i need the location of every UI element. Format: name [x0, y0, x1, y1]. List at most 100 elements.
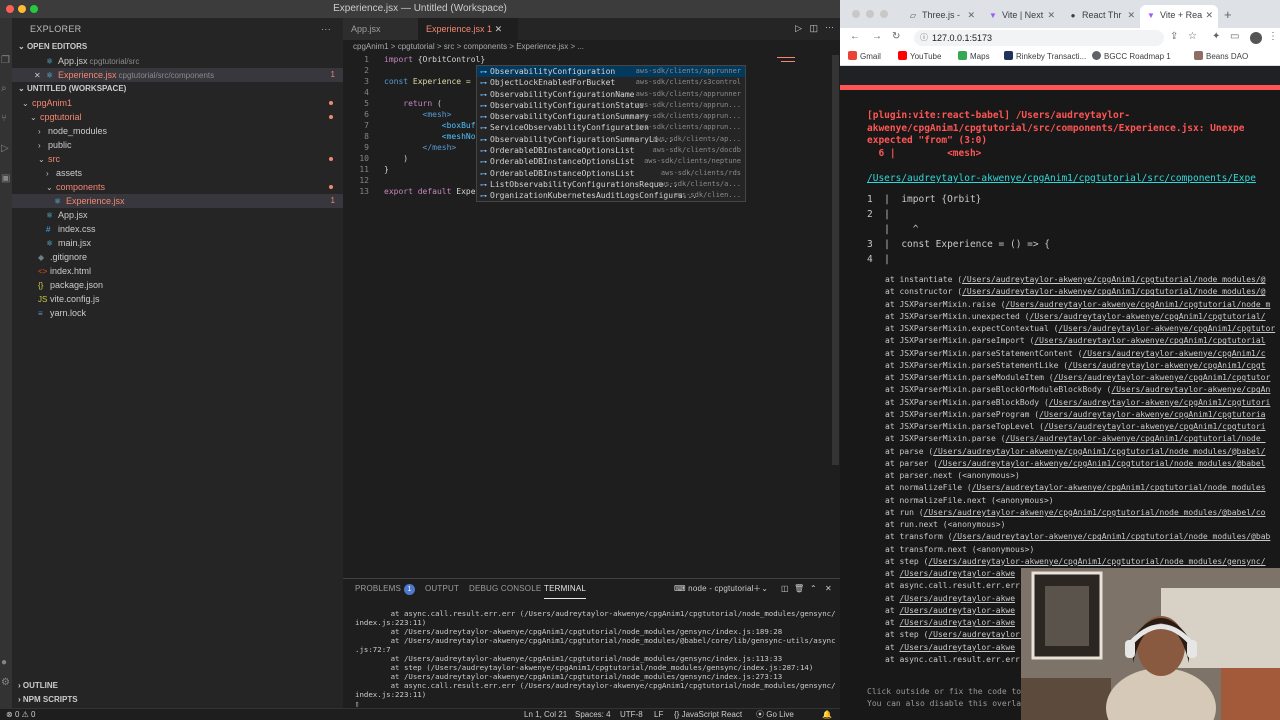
suggestion-item[interactable]: ⊶ ObservabilityConfigurationName aws-sdk/c…	[477, 89, 745, 100]
encoding[interactable]: UTF-8	[620, 709, 643, 720]
stack-path-link[interactable]: /Users/audreytaylor-akwenye/cpgAnim1/cpg…	[1039, 410, 1265, 419]
minimize-window-button[interactable]	[18, 5, 26, 13]
browser-tab-vite-next[interactable]: ▼ Vite | Next ✕	[982, 5, 1060, 28]
file-item[interactable]: ⚛ App.jsx	[12, 208, 343, 222]
stack-path-link[interactable]: /Users/audreytaylor-akwe	[899, 643, 1015, 652]
reload-icon[interactable]: ↻	[892, 31, 900, 42]
problems-status[interactable]: ⊗ 0 ⚠ 0	[6, 709, 35, 720]
close-window-button[interactable]	[852, 10, 860, 18]
stack-path-link[interactable]: /Users/audreytaylor-akwenye/cpgAnim1/cpg…	[1005, 434, 1265, 443]
file-item[interactable]: ≡ yarn.lock	[12, 306, 343, 320]
bookmark-bgcc[interactable]: BGCC Roadmap 1	[1092, 48, 1171, 66]
stack-path-link[interactable]: /Users/audreytaylor-akwenye/cpgAnim1/cpg…	[962, 287, 1265, 296]
suggestion-item[interactable]: ⊶ ObservabilityConfiguration aws-sdk/clien…	[477, 66, 745, 78]
workspace-header[interactable]: ⌄ UNTITLED (WORKSPACE)	[12, 82, 343, 96]
terminal-selector[interactable]: ⌨ node - cpgtutorial	[674, 579, 754, 599]
stack-path-link[interactable]: /Users/audreytaylor-akwenye/cpgAnim1/cpg…	[962, 275, 1265, 284]
open-editors-header[interactable]: ⌄ OPEN EDITORS	[12, 40, 343, 54]
tab-terminal[interactable]: TERMINAL	[544, 579, 587, 599]
stack-path-link[interactable]: /Users/audreytaylor-akwe	[899, 618, 1015, 627]
editor-scrollbar[interactable]	[832, 55, 839, 465]
maximize-window-button[interactable]	[30, 5, 38, 13]
suggestion-item[interactable]: ⊶ ObservabilityConfigurationSummary aws-sd…	[477, 111, 745, 122]
explorer-icon[interactable]: ❐	[1, 56, 11, 66]
suggestion-item[interactable]: ⊶ ListObservabilityConfigurationsReque...…	[477, 179, 745, 190]
suggestion-item[interactable]: ⊶ ObservabilityConfigurationSummaryLi... a…	[477, 134, 745, 145]
suggestion-item[interactable]: ⊶ OrderableDBInstanceOptionsList aws-sdk/c…	[477, 156, 745, 167]
tab-experience-jsx[interactable]: Experience.jsx 1 ✕	[418, 18, 518, 40]
folder-item[interactable]: › public	[12, 138, 343, 152]
split-editor-icon[interactable]: ◫	[809, 23, 818, 34]
file-item[interactable]: <> index.html	[12, 264, 343, 278]
suggestion-item[interactable]: ⊶ ObjectLockEnabledForBucket aws-sdk/clien…	[477, 77, 745, 88]
folder-item[interactable]: › node_modules	[12, 124, 343, 138]
go-live-button[interactable]: ⦿ Go Live	[756, 709, 794, 720]
close-tab-icon[interactable]: ✕	[1127, 5, 1135, 26]
bookmark-star-icon[interactable]: ☆	[1188, 31, 1197, 42]
bookmark-beans-dao[interactable]: Beans DAO	[1194, 48, 1248, 66]
browser-tab-threejs[interactable]: ▱ Three.js - ✕	[902, 5, 980, 28]
bookmark-gmail[interactable]: Gmail	[848, 48, 881, 66]
file-item[interactable]: JS vite.config.js	[12, 292, 343, 306]
file-item[interactable]: ◆ .gitignore	[12, 250, 343, 264]
trash-icon[interactable]: 🗑	[794, 579, 804, 599]
share-icon[interactable]: ⇪	[1170, 31, 1178, 42]
settings-gear-icon[interactable]: ⚙	[1, 678, 11, 688]
sidebar-icon[interactable]: ▭	[1230, 31, 1239, 42]
close-panel-icon[interactable]: ✕	[825, 579, 832, 599]
suggestion-item[interactable]: ⊶ OrderableDBInstanceOptionsList aws-sdk/c…	[477, 145, 745, 156]
bookmark-youtube[interactable]: YouTube	[898, 48, 941, 66]
forward-arrow-icon[interactable]: →	[872, 31, 882, 42]
stack-path-link[interactable]: /Users/audreytaylor-akwenye/cpgAnim1/cpg…	[1034, 336, 1265, 345]
suggestion-item[interactable]: ⊶ OrderableDBInstanceOptionsList aws-sdk/c…	[477, 168, 745, 179]
minimap[interactable]	[775, 55, 797, 65]
maximize-window-button[interactable]	[880, 10, 888, 18]
stack-path-link[interactable]: /Users/audreytaylor-akwenye/cpgAnim1/cpg…	[972, 483, 1266, 492]
stack-path-link[interactable]: /Users/audreytaylor-akwenye/cpgAnim1/cpg…	[1044, 422, 1266, 431]
error-file-link[interactable]: /Users/audreytaylor-akwenye/cpgAnim1/cpg…	[867, 173, 1256, 184]
tab-debug-console[interactable]: DEBUG CONSOLE	[469, 579, 541, 599]
minimize-window-button[interactable]	[866, 10, 874, 18]
editor-more-icon[interactable]: ···	[825, 22, 834, 32]
profile-avatar[interactable]	[1250, 32, 1262, 44]
folder-item[interactable]: ⌄ components	[12, 180, 343, 194]
close-editor-icon[interactable]: ✕	[34, 69, 46, 83]
stack-path-link[interactable]: /Users/audreytaylor-akwenye/cpgAnim1/cpg…	[1005, 300, 1270, 309]
stack-path-link[interactable]: /Users/audreytaylor-akwenye/cpgAnim1/cpg…	[952, 532, 1270, 541]
stack-path-link[interactable]: /Users/audreytaylor-akwenye/cpgAn	[1111, 385, 1270, 394]
tab-problems[interactable]: PROBLEMS 1	[355, 579, 416, 599]
file-item[interactable]: ⚛ main.jsx	[12, 236, 343, 250]
extensions-puzzle-icon[interactable]: ✦	[1212, 31, 1220, 42]
end-of-line[interactable]: LF	[654, 709, 663, 720]
outline-header[interactable]: › OUTLINE	[12, 679, 58, 693]
suggestion-item[interactable]: ⊶ OrganizationKubernetesAuditLogsConfigur…	[477, 190, 745, 201]
language-mode[interactable]: {} JavaScript React	[674, 709, 742, 720]
close-tab-icon[interactable]: ✕	[495, 24, 503, 34]
browser-tab-react-three[interactable]: ● React Thr ✕	[1062, 5, 1140, 28]
suggestion-item[interactable]: ⊶ ObservabilityConfigurationStatus aws-sdk…	[477, 100, 745, 111]
breadcrumb[interactable]: cpgAnim1 > cpgtutorial > src > component…	[343, 40, 840, 54]
stack-path-link[interactable]: /Users/audreytaylor-akwenye/cpgAnim1/cpg…	[1054, 373, 1271, 382]
run-icon[interactable]: ▷	[795, 23, 802, 34]
new-tab-button[interactable]: +	[1224, 7, 1232, 22]
folder-item[interactable]: › assets	[12, 166, 343, 180]
tab-output[interactable]: OUTPUT	[425, 579, 459, 599]
more-actions-icon[interactable]: ···	[321, 18, 331, 40]
npm-scripts-header[interactable]: › NPM SCRIPTS	[12, 693, 78, 707]
stack-path-link[interactable]: /Users/audreytaylor-akwe	[899, 569, 1015, 578]
indentation[interactable]: Spaces: 4	[575, 709, 611, 720]
folder-item[interactable]: ⌄ cpgtutorial	[12, 110, 343, 124]
cursor-position[interactable]: Ln 1, Col 21	[524, 709, 567, 720]
stack-path-link[interactable]: /Users/audreytaylor-akwenye/cpgAnim1/c	[1082, 349, 1265, 358]
stack-path-link[interactable]: /Users/audreytaylor-akwenye/cpgAnim1/cpg…	[933, 447, 1265, 456]
close-tab-icon[interactable]: ✕	[1205, 5, 1213, 26]
browser-tab-vite-react[interactable]: ▼ Vite + Rea ✕	[1140, 5, 1218, 28]
add-terminal-icon[interactable]: ＋⌄	[753, 579, 768, 599]
stack-path-link[interactable]: /Users/audreytaylor-akwe	[899, 606, 1015, 615]
bookmark-maps[interactable]: Maps	[958, 48, 990, 66]
account-icon[interactable]: ●	[1, 658, 11, 668]
folder-item[interactable]: ⌄ src	[12, 152, 343, 166]
close-tab-icon[interactable]: ✕	[967, 5, 975, 26]
stack-path-link[interactable]: /Users/audreytaylor-akwe	[899, 594, 1015, 603]
extensions-icon[interactable]: ▣	[1, 174, 11, 184]
